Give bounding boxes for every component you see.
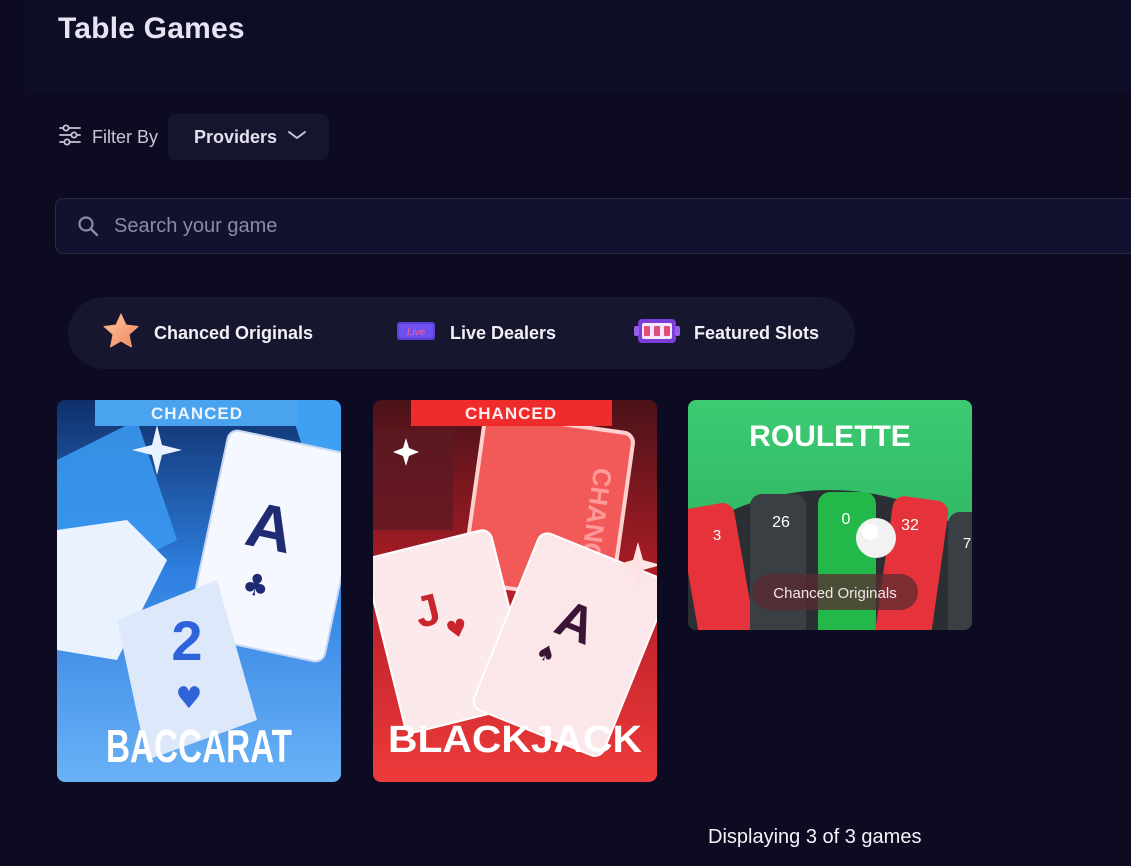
game-brand: CHANCED [151,404,243,423]
providers-label: Providers [194,126,278,147]
filter-by-control[interactable]: Filter By [58,114,158,160]
game-title: BLACKJACK [388,719,643,761]
wheel-number: 32 [901,517,919,534]
wheel-number: 7 [963,535,971,552]
wheel-number: 3 [713,527,721,544]
star-icon [102,312,140,355]
category-label: Live Dealers [450,322,557,343]
sliders-icon [58,124,82,151]
category-label: Featured Slots [694,322,820,343]
game-card-baccarat[interactable]: A ♣ 2 ♥ CHANCED BACCARAT [57,400,341,782]
chevron-down-icon [287,128,307,146]
providers-dropdown[interactable]: Providers [168,114,330,160]
filter-by-label: Filter By [92,126,159,147]
game-card-roulette[interactable]: 3 26 0 32 7 Chanced Originals ROULETTE [688,400,972,630]
svg-text:♥: ♥ [176,681,203,716]
game-title: BACCARAT [106,720,292,772]
page-title: Table Games [58,12,245,45]
search-icon [76,214,100,238]
category-featured-slots[interactable]: Featured Slots [634,297,819,369]
wheel-number: 0 [842,511,851,528]
category-bar: Chanced Originals Live Live Dealers Feat… [68,297,855,369]
search-box [55,198,1131,254]
svg-text:2: 2 [171,609,202,672]
live-badge-icon: Live [396,319,436,348]
filter-row: Filter By Providers [58,114,330,160]
category-live-dealers[interactable]: Live Live Dealers [396,297,556,369]
category-label: Chanced Originals [154,322,314,343]
live-badge-text: Live [407,327,426,338]
category-chanced-originals[interactable]: Chanced Originals [102,297,313,369]
game-title: ROULETTE [749,420,911,453]
slot-machine-icon [634,316,680,351]
wheel-number: 26 [772,514,790,531]
game-card-blackjack[interactable]: CHANC J ♥ A ♠ CHANCED BLACKJACK [373,400,657,782]
game-brand: CHANCED [465,404,557,423]
search-input[interactable] [112,213,1016,239]
table-games-page: Table Games Filter By Providers Search y… [0,0,1131,866]
game-tag: Chanced Originals [773,585,896,602]
games-count: Displaying 3 of 3 games [708,826,922,848]
